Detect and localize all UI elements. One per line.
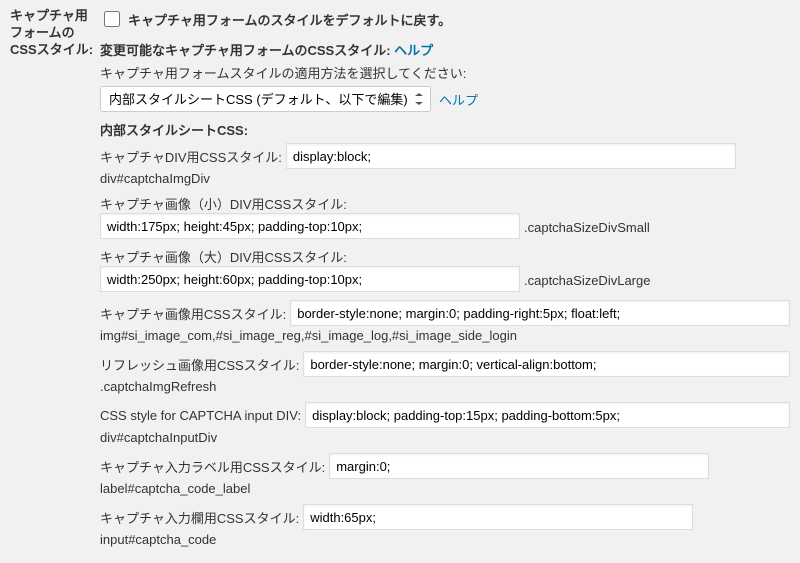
- input-div-label: CSS style for CAPTCHA input DIV:: [100, 408, 301, 423]
- captcha-img-label: キャプチャ画像用CSSスタイル:: [100, 304, 286, 323]
- input-field-selector: input#captcha_code: [100, 532, 790, 547]
- field-captcha-img: キャプチャ画像用CSSスタイル: img#si_image_com,#si_im…: [100, 300, 790, 343]
- field-input-label: キャプチャ入力ラベル用CSSスタイル: label#captcha_code_l…: [100, 453, 790, 496]
- captcha-small-input[interactable]: [100, 213, 520, 239]
- captcha-small-selector: .captchaSizeDivSmall: [524, 220, 650, 235]
- captcha-large-label: キャプチャ画像（大）DIV用CSSスタイル:: [100, 247, 790, 266]
- settings-row: キャプチャ用フォームのCSSスタイル: キャプチャ用フォームのスタイルをデフォル…: [0, 0, 800, 563]
- changeable-label-row: 変更可能なキャプチャ用フォームのCSSスタイル: ヘルプ: [100, 40, 790, 59]
- field-input-div: CSS style for CAPTCHA input DIV: div#cap…: [100, 402, 790, 445]
- field-input-field: キャプチャ入力欄用CSSスタイル: input#captcha_code: [100, 504, 790, 547]
- row-content: キャプチャ用フォームのスタイルをデフォルトに戻す。 変更可能なキャプチャ用フォー…: [100, 8, 790, 555]
- field-refresh-img: リフレッシュ画像用CSSスタイル: .captchaImgRefresh: [100, 351, 790, 394]
- input-label-label: キャプチャ入力ラベル用CSSスタイル:: [100, 457, 325, 476]
- captcha-div-input[interactable]: [286, 143, 736, 169]
- input-label-input[interactable]: [329, 453, 709, 479]
- field-captcha-small: キャプチャ画像（小）DIV用CSSスタイル: .captchaSizeDivSm…: [100, 194, 790, 239]
- input-field-input[interactable]: [303, 504, 693, 530]
- input-div-selector: div#captchaInputDiv: [100, 430, 790, 445]
- captcha-large-selector: .captchaSizeDivLarge: [524, 273, 650, 288]
- input-label-selector: label#captcha_code_label: [100, 481, 790, 496]
- help-link-2[interactable]: ヘルプ: [439, 90, 478, 109]
- refresh-img-selector: .captchaImgRefresh: [100, 379, 790, 394]
- select-instruction: キャプチャ用フォームスタイルの適用方法を選択してください:: [100, 63, 790, 82]
- reset-style-checkbox[interactable]: [104, 11, 120, 27]
- help-link[interactable]: ヘルプ: [394, 43, 433, 58]
- changeable-label: 変更可能なキャプチャ用フォームのCSSスタイル:: [100, 43, 391, 58]
- apply-method-row: 内部スタイルシートCSS (デフォルト、以下で編集) ヘルプ: [100, 86, 790, 112]
- input-field-label: キャプチャ入力欄用CSSスタイル:: [100, 508, 299, 527]
- row-heading: キャプチャ用フォームのCSSスタイル:: [10, 8, 100, 555]
- captcha-img-selector: img#si_image_com,#si_image_reg,#si_image…: [100, 328, 790, 343]
- captcha-small-label: キャプチャ画像（小）DIV用CSSスタイル:: [100, 194, 790, 213]
- apply-method-select[interactable]: 内部スタイルシートCSS (デフォルト、以下で編集): [100, 86, 431, 112]
- reset-style-checkbox-row: キャプチャ用フォームのスタイルをデフォルトに戻す。: [100, 8, 790, 30]
- captcha-div-label: キャプチャDIV用CSSスタイル:: [100, 147, 282, 166]
- captcha-div-selector: div#captchaImgDiv: [100, 171, 790, 186]
- refresh-img-input[interactable]: [303, 351, 790, 377]
- internal-css-heading: 内部スタイルシートCSS:: [100, 120, 790, 139]
- field-captcha-div: キャプチャDIV用CSSスタイル: div#captchaImgDiv: [100, 143, 790, 186]
- input-div-input[interactable]: [305, 402, 790, 428]
- refresh-img-label: リフレッシュ画像用CSSスタイル:: [100, 355, 299, 374]
- field-captcha-large: キャプチャ画像（大）DIV用CSSスタイル: .captchaSizeDivLa…: [100, 247, 790, 292]
- captcha-large-input[interactable]: [100, 266, 520, 292]
- reset-style-label: キャプチャ用フォームのスタイルをデフォルトに戻す。: [128, 10, 451, 29]
- captcha-img-input[interactable]: [290, 300, 790, 326]
